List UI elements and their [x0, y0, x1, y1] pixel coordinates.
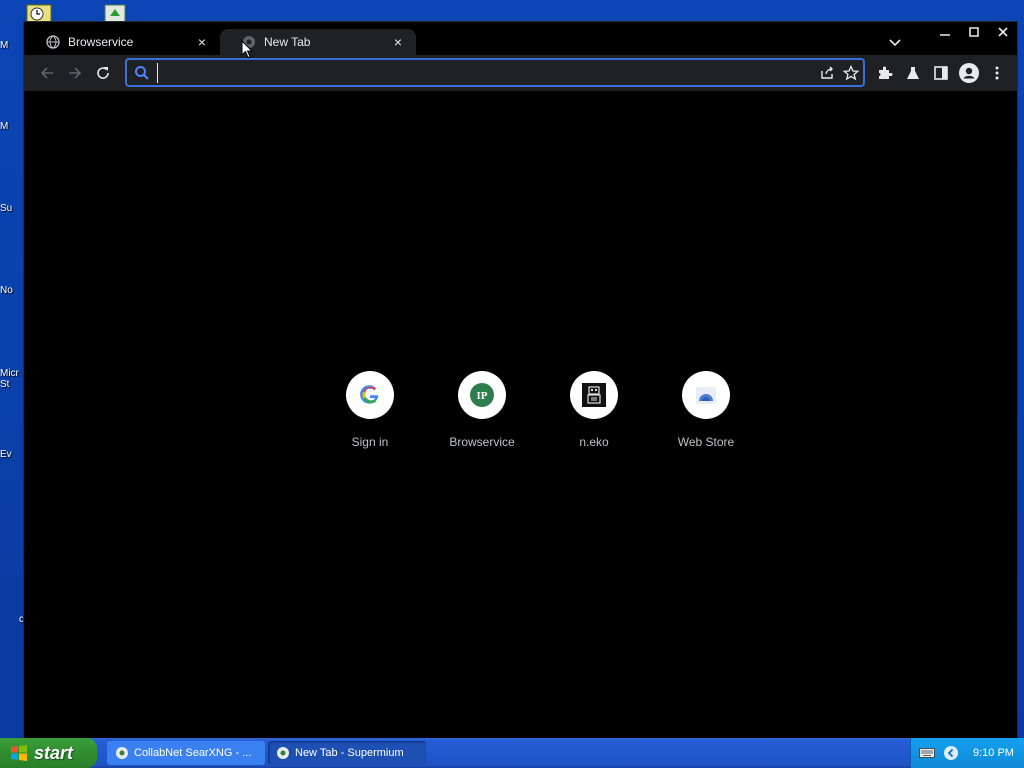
avatar-icon: [959, 63, 979, 83]
back-button[interactable]: [34, 60, 60, 86]
mouse-cursor-icon: [241, 40, 253, 59]
arrow-right-icon: [69, 67, 82, 79]
shortcut-label: Browservice: [449, 435, 515, 449]
google-icon: [346, 371, 394, 419]
shortcut-sign-in[interactable]: Sign in: [314, 371, 426, 449]
forward-button[interactable]: [62, 60, 88, 86]
arrow-left-icon: [40, 67, 53, 79]
close-icon[interactable]: ×: [194, 34, 210, 50]
profile-button[interactable]: [956, 60, 982, 86]
shortcut-neko[interactable]: n.eko: [538, 371, 650, 449]
flask-icon: [907, 67, 919, 79]
puzzle-icon: [879, 66, 893, 79]
tab-title: New Tab: [264, 35, 311, 49]
taskbar-item-label: CollabNet SearXNG - ...: [134, 747, 252, 759]
web-store-icon: [682, 371, 730, 419]
shortcut-browservice[interactable]: IP Browservice: [426, 371, 538, 449]
shortcut-web-store[interactable]: Web Store: [650, 371, 762, 449]
omnibox-input[interactable]: [157, 62, 815, 83]
taskbar-item-label: New Tab - Supermium: [295, 747, 404, 759]
ip-icon: IP: [458, 371, 506, 419]
minimize-button[interactable]: [930, 22, 959, 42]
desktop-icon-label[interactable]: M: [0, 121, 24, 132]
desktop-icon-label[interactable]: Ev: [0, 449, 24, 460]
search-icon: [127, 65, 157, 81]
taskbar: start CollabNet SearXNG - ... New Tab - …: [0, 738, 1024, 768]
desktop-icon-label[interactable]: No: [0, 285, 24, 296]
side-panel-button[interactable]: [928, 60, 954, 86]
new-tab-page: Sign in IP Browservice n.eko Web Store: [24, 91, 1017, 739]
menu-button[interactable]: [984, 60, 1010, 86]
close-icon: [997, 27, 1008, 37]
shortcuts: Sign in IP Browservice n.eko Web Store: [314, 371, 762, 449]
keyboard-icon[interactable]: [917, 744, 937, 762]
labs-button[interactable]: [900, 60, 926, 86]
reload-button[interactable]: [90, 60, 116, 86]
desktop-icon-label[interactable]: M: [0, 40, 24, 51]
system-tray: 9:10 PM: [910, 738, 1024, 768]
taskbar-item-searxng[interactable]: CollabNet SearXNG - ...: [107, 741, 265, 765]
star-icon[interactable]: [839, 64, 863, 81]
chevron-left-icon[interactable]: [941, 744, 961, 762]
supermium-icon: [277, 747, 289, 759]
shortcut-label: Web Store: [677, 435, 735, 449]
toolbar: [24, 55, 1017, 91]
tab-search-button[interactable]: [886, 35, 904, 51]
share-icon[interactable]: [815, 65, 839, 81]
start-label: start: [34, 742, 74, 763]
desktop-icon-label[interactable]: Su: [0, 203, 24, 214]
shortcut-label: Sign in: [351, 435, 389, 449]
globe-icon: [46, 35, 60, 49]
minimize-icon: [939, 34, 950, 36]
desktop-icon-label[interactable]: c: [0, 614, 24, 625]
clock[interactable]: 9:10 PM: [973, 747, 1014, 759]
shortcut-label: n.eko: [579, 435, 609, 449]
tab-title: Browservice: [68, 35, 134, 49]
taskbar-item-new-tab[interactable]: New Tab - Supermium: [268, 741, 426, 765]
close-window-button[interactable]: [988, 22, 1017, 42]
browser-window: Browservice × New Tab × Sign in IP Brows…: [23, 21, 1018, 739]
neko-icon: [570, 371, 618, 419]
maximize-button[interactable]: [959, 22, 988, 42]
omnibox[interactable]: [125, 58, 865, 87]
maximize-icon: [968, 27, 979, 37]
desktop-icon-label[interactable]: Micr St: [0, 368, 24, 390]
tab-browservice[interactable]: Browservice ×: [24, 29, 220, 55]
more-vertical-icon: [995, 66, 999, 80]
reload-icon: [97, 67, 109, 79]
supermium-icon: [116, 747, 128, 759]
ip-badge-text: IP: [477, 390, 488, 402]
window-controls: [930, 22, 1017, 42]
windows-logo-icon: [11, 745, 27, 761]
tab-strip: Browservice × New Tab ×: [24, 22, 1017, 55]
chevron-down-icon: [889, 39, 901, 47]
start-button[interactable]: start: [0, 738, 97, 768]
side-panel-icon: [934, 66, 948, 80]
extensions-button[interactable]: [872, 60, 898, 86]
close-icon[interactable]: ×: [390, 34, 406, 50]
